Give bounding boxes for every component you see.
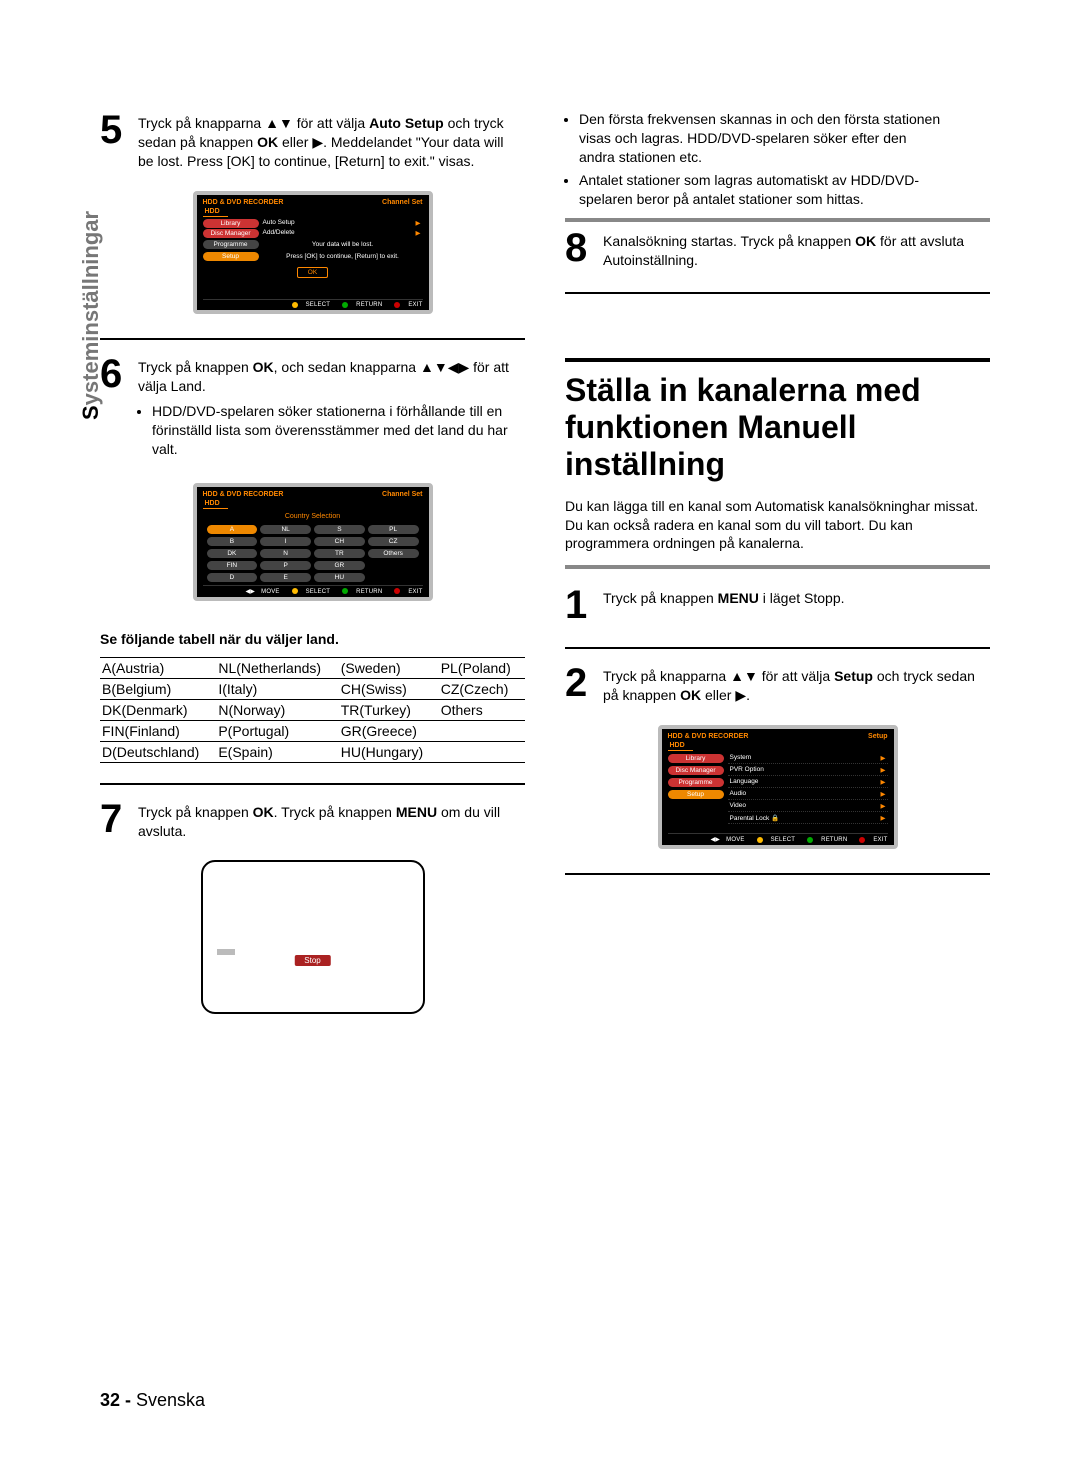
osd-screenshot-country: HDD & DVD RECORDERChannel Set HDD Countr… xyxy=(193,483,433,601)
step-number: 1 xyxy=(565,585,593,625)
step-2: 2 Tryck på knapparna ▲▼ för att välja Se… xyxy=(565,663,990,705)
country-cell: CH(Swiss) xyxy=(339,678,439,699)
divider xyxy=(565,292,990,294)
country-cell: CZ(Czech) xyxy=(439,678,525,699)
country-cell: FIN(Finland) xyxy=(100,720,216,741)
country-cell: P(Portugal) xyxy=(216,720,338,741)
section-heading: Ställa in kanalerna med funktionen Manue… xyxy=(565,358,990,482)
step-number: 7 xyxy=(100,799,128,841)
step-number: 8 xyxy=(565,228,593,270)
step-number: 6 xyxy=(100,354,128,462)
step-text: Kanalsökning startas. Tryck på knappen O… xyxy=(603,228,983,270)
country-cell: B(Belgium) xyxy=(100,678,216,699)
step-number: 5 xyxy=(100,110,128,171)
step-8: 8 Kanalsökning startas. Tryck på knappen… xyxy=(565,228,990,270)
country-cell: D(Deutschland) xyxy=(100,741,216,762)
country-table-caption: Se följande tabell när du väljer land. xyxy=(100,631,525,647)
section-tab: Systeminställningar xyxy=(78,211,104,420)
left-column: 5 Tryck på knapparna ▲▼ för att välja Au… xyxy=(100,110,525,1370)
country-cell: HU(Hungary) xyxy=(339,741,439,762)
tv-blank-screenshot: Stop xyxy=(201,860,425,1014)
right-intro-bullets: Den första frekvensen skannas in och den… xyxy=(565,110,945,218)
step-text: Tryck på knappen OK. Tryck på knappen ME… xyxy=(138,799,518,841)
stop-indicator: Stop xyxy=(294,955,330,966)
osd-screenshot-auto-setup: HDD & DVD RECORDERChannel Set HDD Librar… xyxy=(193,191,433,315)
step-7: 7 Tryck på knappen OK. Tryck på knappen … xyxy=(100,799,525,841)
osd-country-grid: ANLSPL BICHCZ DKNTROthers FINPGR DEHU xyxy=(203,522,423,585)
step-text: Tryck på knappen OK, och sedan knapparna… xyxy=(138,354,518,462)
step-text: Tryck på knappen MENU i läget Stopp. xyxy=(603,585,845,625)
country-cell: DK(Denmark) xyxy=(100,699,216,720)
divider xyxy=(100,338,525,340)
section-blurb: Du kan lägga till en kanal som Automatis… xyxy=(565,497,990,570)
right-column: Den första frekvensen skannas in och den… xyxy=(565,110,990,1370)
divider xyxy=(565,647,990,649)
osd-screenshot-setup: HDD & DVD RECORDERSetup HDD LibrarySyste… xyxy=(658,725,898,849)
step-number: 2 xyxy=(565,663,593,705)
step-5: 5 Tryck på knapparna ▲▼ för att välja Au… xyxy=(100,110,525,171)
country-cell: TR(Turkey) xyxy=(339,699,439,720)
country-cell: Others xyxy=(439,699,525,720)
divider xyxy=(565,873,990,875)
country-cell: I(Italy) xyxy=(216,678,338,699)
page-footer: 32 - Svenska xyxy=(100,1370,990,1411)
country-cell: E(Spain) xyxy=(216,741,338,762)
step-6: 6 Tryck på knappen OK, och sedan knappar… xyxy=(100,354,525,462)
country-cell: NL(Netherlands) xyxy=(216,657,338,678)
step-text: Tryck på knapparna ▲▼ för att välja Auto… xyxy=(138,110,518,171)
country-table: A(Austria)NL(Netherlands)(Sweden)PL(Pola… xyxy=(100,657,525,763)
country-cell: PL(Poland) xyxy=(439,657,525,678)
country-cell: A(Austria) xyxy=(100,657,216,678)
country-cell: N(Norway) xyxy=(216,699,338,720)
country-cell xyxy=(439,741,525,762)
divider xyxy=(100,783,525,785)
step-text: Tryck på knapparna ▲▼ för att välja Setu… xyxy=(603,663,983,705)
step-1: 1 Tryck på knappen MENU i läget Stopp. xyxy=(565,585,990,625)
country-cell: GR(Greece) xyxy=(339,720,439,741)
country-cell: (Sweden) xyxy=(339,657,439,678)
country-cell xyxy=(439,720,525,741)
